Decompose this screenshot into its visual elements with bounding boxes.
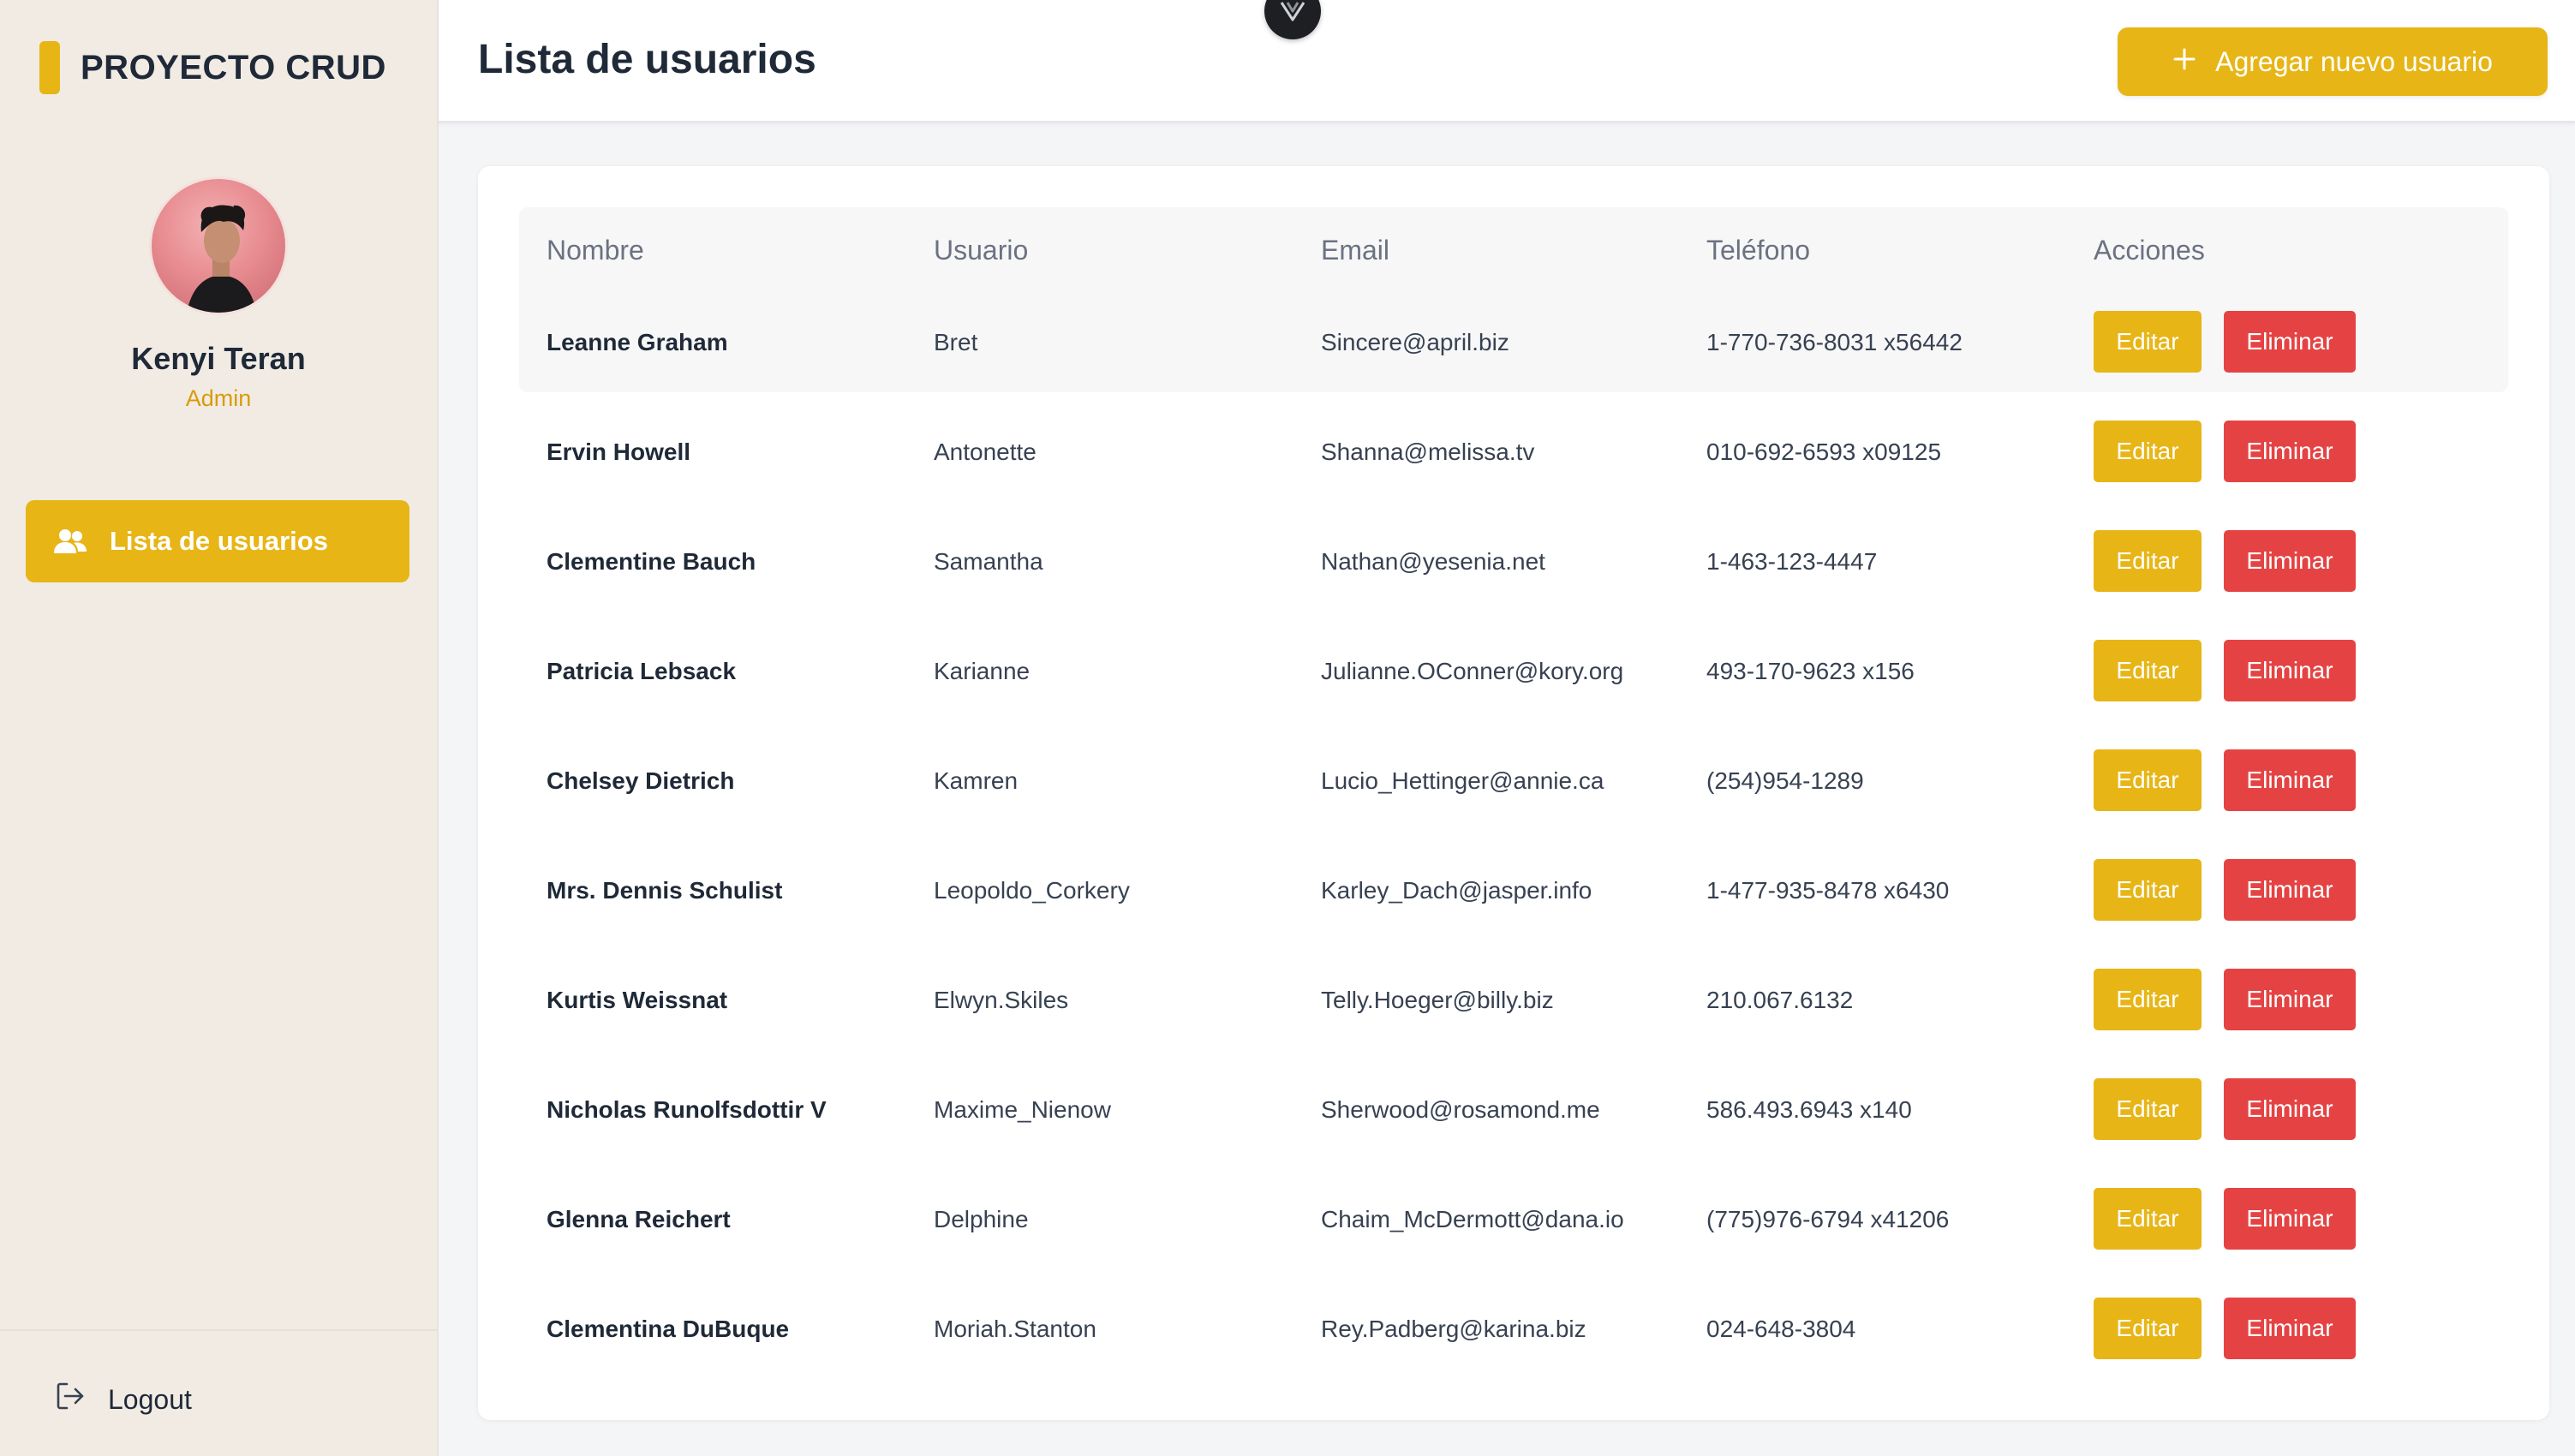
brand-accent-bar <box>39 41 60 94</box>
cell-username: Antonette <box>934 439 1037 465</box>
edit-button[interactable]: Editar <box>2094 859 2202 921</box>
cell-phone: 1-770-736-8031 x56442 <box>1706 329 1963 355</box>
delete-button[interactable]: Eliminar <box>2224 859 2356 921</box>
column-header-telefono: Teléfono <box>1706 235 1810 266</box>
cell-email: Sherwood@rosamond.me <box>1321 1096 1600 1123</box>
cell-phone: 010-692-6593 x09125 <box>1706 439 1942 465</box>
cell-email: Rey.Padberg@karina.biz <box>1321 1316 1586 1342</box>
cell-username: Kamren <box>934 767 1019 794</box>
column-header-email: Email <box>1321 235 1390 266</box>
edit-button[interactable]: Editar <box>2094 969 2202 1030</box>
cell-phone: 1-477-935-8478 x6430 <box>1706 877 1950 904</box>
cell-name: Ervin Howell <box>547 439 691 465</box>
cell-phone: 1-463-123-4447 <box>1706 548 1878 575</box>
avatar <box>149 176 288 315</box>
column-header-nombre: Nombre <box>547 235 644 266</box>
edit-button[interactable]: Editar <box>2094 530 2202 592</box>
edit-button[interactable]: Editar <box>2094 1078 2202 1140</box>
cell-name: Kurtis Weissnat <box>547 987 728 1013</box>
cell-name: Glenna Reichert <box>547 1206 731 1232</box>
cell-phone: (254)954-1289 <box>1706 767 1864 794</box>
table-row: Kurtis Weissnat Elwyn.Skiles Telly.Hoege… <box>519 951 2508 1050</box>
cell-username: Moriah.Stanton <box>934 1316 1096 1342</box>
sidebar-item-label: Lista de usuarios <box>110 526 328 556</box>
plus-icon <box>2172 46 2196 78</box>
logout-button[interactable]: Logout <box>55 1381 192 1418</box>
delete-button[interactable]: Eliminar <box>2224 1078 2356 1140</box>
cell-username: Elwyn.Skiles <box>934 987 1069 1013</box>
logout-icon <box>55 1381 86 1418</box>
table-header: Nombre Usuario Email Teléfono Acciones <box>519 207 2508 293</box>
cell-phone: 493-170-9623 x156 <box>1706 658 1915 684</box>
cell-email: Sincere@april.biz <box>1321 329 1509 355</box>
cell-username: Leopoldo_Corkery <box>934 877 1130 904</box>
logout-label: Logout <box>108 1383 192 1415</box>
delete-button[interactable]: Eliminar <box>2224 311 2356 373</box>
edit-button[interactable]: Editar <box>2094 1188 2202 1250</box>
cell-email: Karley_Dach@jasper.info <box>1321 877 1592 904</box>
cell-email: Shanna@melissa.tv <box>1321 439 1535 465</box>
delete-button[interactable]: Eliminar <box>2224 1298 2356 1359</box>
cell-username: Karianne <box>934 658 1031 684</box>
column-header-acciones: Acciones <box>2094 235 2205 266</box>
page-title: Lista de usuarios <box>478 37 816 82</box>
cell-phone: 024-648-3804 <box>1706 1316 1856 1342</box>
users-icon <box>53 528 87 555</box>
cell-name: Leanne Graham <box>547 329 728 355</box>
profile-name: Kenyi Teran <box>131 341 306 376</box>
sidebar-item-lista-de-usuarios[interactable]: Lista de usuarios <box>26 500 409 582</box>
cell-username: Delphine <box>934 1206 1029 1232</box>
cell-name: Chelsey Dietrich <box>547 767 735 794</box>
table-row: Mrs. Dennis Schulist Leopoldo_Corkery Ka… <box>519 841 2508 940</box>
cell-email: Nathan@yesenia.net <box>1321 548 1545 575</box>
table-row: Clementina DuBuque Moriah.Stanton Rey.Pa… <box>519 1280 2508 1379</box>
table-row: Ervin Howell Antonette Shanna@melissa.tv… <box>519 403 2508 502</box>
edit-button[interactable]: Editar <box>2094 311 2202 373</box>
cell-name: Clementine Bauch <box>547 548 756 575</box>
table-row: Leanne Graham Bret Sincere@april.biz 1-7… <box>519 293 2508 392</box>
cell-email: Julianne.OConner@kory.org <box>1321 658 1624 684</box>
cell-username: Maxime_Nienow <box>934 1096 1111 1123</box>
edit-button[interactable]: Editar <box>2094 640 2202 701</box>
cell-email: Lucio_Hettinger@annie.ca <box>1321 767 1604 794</box>
delete-button[interactable]: Eliminar <box>2224 1188 2356 1250</box>
top-header: Lista de usuarios Agregar nuevo usuario <box>439 0 2575 123</box>
profile-role: Admin <box>185 385 252 411</box>
cell-email: Chaim_McDermott@dana.io <box>1321 1206 1624 1232</box>
cell-username: Bret <box>934 329 978 355</box>
edit-button[interactable]: Editar <box>2094 1298 2202 1359</box>
sidebar-divider <box>0 1329 437 1331</box>
column-header-usuario: Usuario <box>934 235 1029 266</box>
add-user-button[interactable]: Agregar nuevo usuario <box>2118 27 2548 96</box>
table-row: Chelsey Dietrich Kamren Lucio_Hettinger@… <box>519 731 2508 831</box>
cell-name: Patricia Lebsack <box>547 658 737 684</box>
add-user-label: Agregar nuevo usuario <box>2215 45 2493 77</box>
edit-button[interactable]: Editar <box>2094 421 2202 482</box>
users-table-card: Nombre Usuario Email Teléfono Acciones L… <box>478 166 2549 1420</box>
cell-name: Clementina DuBuque <box>547 1316 790 1342</box>
sidebar: PROYECTO CRUD Kenyi Teran Admin Lista de… <box>0 0 439 1456</box>
table-row: Patricia Lebsack Karianne Julianne.OConn… <box>519 622 2508 721</box>
delete-button[interactable]: Eliminar <box>2224 969 2356 1030</box>
vue-logo-icon <box>1280 2 1305 21</box>
table-row: Glenna Reichert Delphine Chaim_McDermott… <box>519 1170 2508 1269</box>
table-row: Nicholas Runolfsdottir V Maxime_Nienow S… <box>519 1060 2508 1160</box>
user-profile: Kenyi Teran Admin <box>0 176 437 412</box>
cell-email: Telly.Hoeger@billy.biz <box>1321 987 1554 1013</box>
delete-button[interactable]: Eliminar <box>2224 421 2356 482</box>
brand: PROYECTO CRUD <box>39 41 386 94</box>
delete-button[interactable]: Eliminar <box>2224 530 2356 592</box>
delete-button[interactable]: Eliminar <box>2224 749 2356 811</box>
edit-button[interactable]: Editar <box>2094 749 2202 811</box>
cell-phone: 210.067.6132 <box>1706 987 1854 1013</box>
cell-name: Mrs. Dennis Schulist <box>547 877 783 904</box>
table-row: Clementine Bauch Samantha Nathan@yesenia… <box>519 512 2508 612</box>
cell-username: Samantha <box>934 548 1043 575</box>
cell-name: Nicholas Runolfsdottir V <box>547 1096 827 1123</box>
cell-phone: (775)976-6794 x41206 <box>1706 1206 1950 1232</box>
delete-button[interactable]: Eliminar <box>2224 640 2356 701</box>
cell-phone: 586.493.6943 x140 <box>1706 1096 1912 1123</box>
brand-title: PROYECTO CRUD <box>81 48 386 87</box>
